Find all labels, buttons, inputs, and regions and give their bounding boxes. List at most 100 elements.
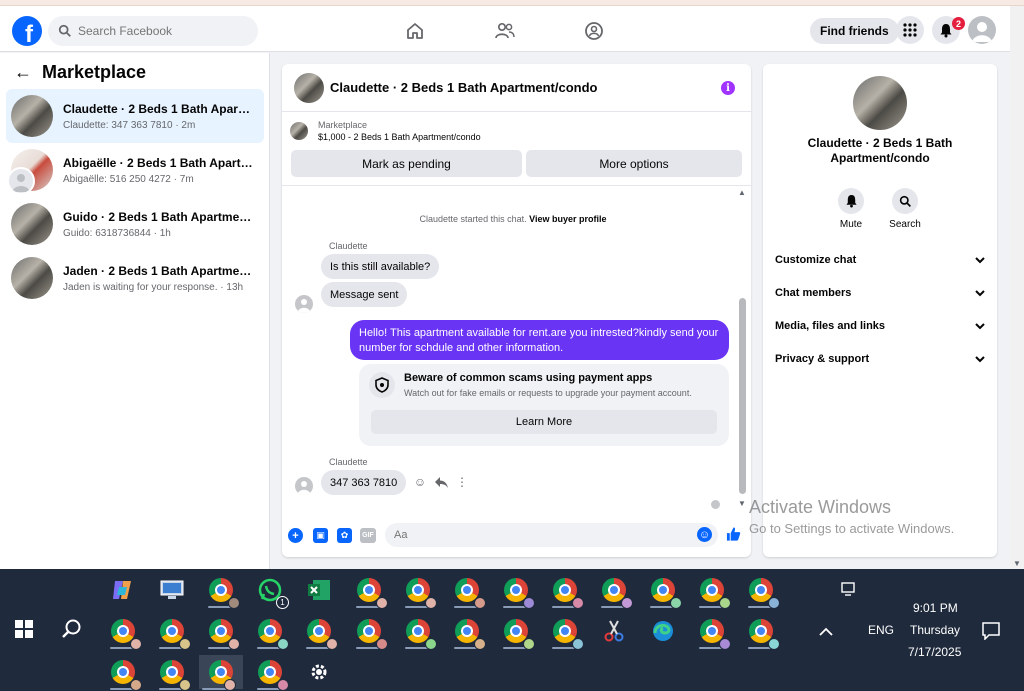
windows-start-icon[interactable] [8,612,40,646]
clock-date[interactable]: 7/17/2025 [908,645,961,659]
chrome-icon[interactable] [696,573,731,609]
emoji-icon[interactable]: ☺ [697,527,712,542]
chat-scrollbar[interactable]: ▲ ▼ [737,188,747,510]
privacy-support-row[interactable]: Privacy & support [775,353,985,365]
sidebar-header: ← Marketplace [14,62,146,83]
mark-as-pending-button[interactable]: Mark as pending [291,150,522,177]
edge-icon[interactable] [647,614,679,648]
facebook-logo[interactable]: f [12,16,42,46]
chrome-icon[interactable] [451,614,486,650]
chrome-icon[interactable] [745,573,780,609]
search-input[interactable] [78,24,248,38]
sticker-icon[interactable]: ✿ [337,528,352,543]
profile-avatar[interactable] [968,16,996,44]
whatsapp-icon[interactable]: 1 [254,573,289,609]
info-icon[interactable]: i [721,81,735,95]
find-friends-button[interactable]: Find friends [810,18,899,44]
more-actions-icon[interactable]: ⋮ [455,475,469,489]
chrome-icon[interactable] [107,614,142,650]
chat-header-thumbnail[interactable] [294,72,324,103]
chrome-icon[interactable] [647,573,682,609]
incoming-message[interactable]: Is this still available? [321,254,440,279]
chrome-icon[interactable] [549,573,584,609]
incoming-message[interactable]: 347 363 7810 [321,470,407,495]
chrome-icon[interactable] [500,614,535,650]
clock-day[interactable]: Thursday [910,623,960,637]
plus-icon[interactable]: + [288,528,303,543]
page-scrollbar[interactable]: ▼ [1010,6,1024,568]
chrome-icon[interactable] [451,573,486,609]
scroll-up-arrow-icon[interactable]: ▲ [738,188,746,197]
chrome-icon[interactable] [254,614,289,650]
scroll-thumb[interactable] [739,298,746,494]
language-indicator[interactable]: ENG [868,623,894,637]
conversation-item[interactable]: Jaden · 2 Beds 1 Bath Apartment/condo Ja… [6,251,264,305]
chrome-icon[interactable] [205,573,240,609]
media-files-links-row[interactable]: Media, files and links [775,320,985,332]
listing-photo[interactable] [853,76,907,130]
chrome-icon[interactable] [254,655,289,691]
friends-icon[interactable] [494,20,516,42]
conversation-item[interactable]: Guido · 2 Beds 1 Bath Apartment/condo Gu… [6,197,264,251]
scroll-down-arrow-icon[interactable]: ▼ [738,499,746,508]
message-input[interactable] [385,523,718,547]
chrome-icon[interactable] [500,573,535,609]
customize-chat-row[interactable]: Customize chat [775,254,985,266]
chrome-icon[interactable] [402,573,437,609]
chrome-icon[interactable] [156,614,191,650]
notification-count-badge: 2 [952,17,965,30]
home-icon[interactable] [404,20,426,42]
chrome-icon[interactable] [205,614,240,650]
back-arrow-icon[interactable]: ← [14,62,32,83]
conversation-item[interactable]: Abigaëlle · 2 Beds 1 Bath Apartment/cond… [6,143,264,197]
network-icon[interactable] [834,573,866,607]
notification-center-icon[interactable] [975,614,1007,648]
clock-time[interactable]: 9:01 PM [913,601,958,615]
scroll-down-arrow-icon[interactable]: ▼ [1013,559,1021,568]
windows-taskbar: 1 ENG 9:01 PM Thursday 7/17/2025 [0,569,1024,691]
copilot-icon[interactable] [107,573,139,607]
mute-button[interactable]: Mute [821,188,881,230]
photo-icon[interactable]: ▣ [313,528,328,543]
search-facebook-box[interactable] [48,16,258,46]
search-label: Search [889,219,921,230]
chrome-icon[interactable] [107,655,142,691]
chrome-icon[interactable] [549,614,584,650]
taskbar-search-icon[interactable] [56,612,88,646]
chrome-icon[interactable] [156,655,191,691]
excel-icon[interactable] [303,573,335,607]
view-buyer-profile-link[interactable]: View buyer profile [529,214,606,224]
chevron-down-icon [975,289,985,296]
chrome-icon[interactable] [199,655,243,691]
smiley-react-icon[interactable]: ☺ [413,475,427,489]
incoming-message[interactable]: Message sent [321,282,408,307]
chrome-icon[interactable] [696,614,731,650]
reply-icon[interactable] [434,475,448,489]
scissors-tool-icon[interactable] [598,614,630,648]
chrome-icon[interactable] [402,614,437,650]
listing-price-title: $1,000 - 2 Beds 1 Bath Apartment/condo [318,132,481,142]
chrome-icon[interactable] [303,614,338,650]
conversation-item[interactable]: Claudette · 2 Beds 1 Bath Apartment/cond… [6,89,264,143]
chrome-icon[interactable] [598,573,633,609]
chrome-icon[interactable] [353,614,388,650]
thumbs-up-icon[interactable] [726,526,741,541]
listing-mini-thumbnail [290,122,308,140]
more-options-button[interactable]: More options [526,150,742,177]
listing-summary[interactable]: Marketplace $1,000 - 2 Beds 1 Bath Apart… [290,120,481,142]
chat-details-panel: Claudette · 2 Beds 1 Bath Apartment/cond… [763,64,997,557]
search-in-chat-button[interactable]: Search [875,188,935,230]
outgoing-message[interactable]: Hello! This apartment available for rent… [350,320,729,360]
chevron-up-icon[interactable] [810,614,842,648]
remote-desktop-icon[interactable] [156,573,188,607]
learn-more-button[interactable]: Learn More [371,410,717,434]
chrome-icon[interactable] [353,573,388,609]
gif-icon[interactable]: GIF [360,528,376,543]
groups-icon[interactable] [583,20,605,42]
menu-grid-icon[interactable] [896,16,924,44]
chrome-icon[interactable] [745,614,780,650]
chat-members-row[interactable]: Chat members [775,287,985,299]
row-label: Privacy & support [775,353,870,365]
chat-header-name[interactable]: Claudette · 2 Beds 1 Bath Apartment/cond… [330,80,598,95]
settings-gear-icon[interactable] [303,655,335,689]
